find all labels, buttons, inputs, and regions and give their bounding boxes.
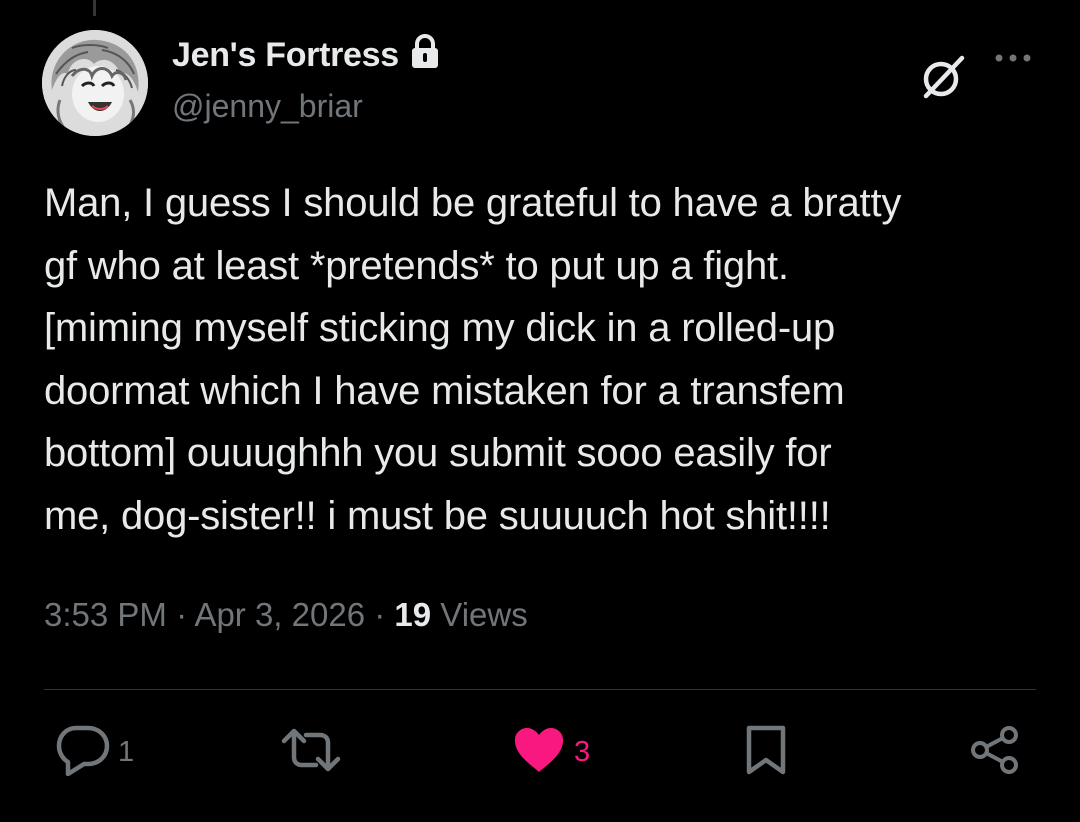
display-name[interactable]: Jen's Fortress (172, 36, 399, 75)
author-name-row: Jen's Fortress (172, 33, 441, 75)
repost-button[interactable] (280, 724, 342, 780)
lock-icon (409, 33, 441, 75)
actions-divider (44, 689, 1036, 690)
user-handle[interactable]: @jenny_briar (172, 88, 363, 125)
post-text: Man, I guess I should be grateful to hav… (44, 181, 902, 538)
thread-connector-line (93, 0, 96, 16)
bookmark-button[interactable] (744, 724, 788, 780)
meta-separator: · (374, 596, 386, 633)
heart-icon (512, 726, 566, 779)
repost-icon (280, 727, 342, 778)
avatar-image (42, 30, 148, 136)
avatar[interactable] (42, 30, 148, 136)
share-icon (970, 725, 1020, 780)
post-meta: 3:53 PM · Apr 3, 2026 · 19 Views (44, 596, 528, 634)
more-icon[interactable] (992, 48, 1034, 68)
views-count: 19 (394, 596, 432, 633)
bookmark-icon (744, 724, 788, 781)
like-button[interactable]: 3 (512, 724, 590, 780)
views-label: Views (440, 596, 528, 633)
reply-button[interactable]: 1 (56, 724, 134, 780)
post-time[interactable]: 3:53 PM (44, 596, 167, 633)
reply-icon (56, 724, 110, 781)
like-count: 3 (574, 735, 591, 768)
share-button[interactable] (970, 724, 1020, 780)
post-date[interactable]: Apr 3, 2026 (194, 596, 365, 633)
meta-separator: · (176, 596, 188, 633)
reply-count: 1 (118, 735, 135, 768)
grok-icon[interactable] (920, 54, 966, 100)
